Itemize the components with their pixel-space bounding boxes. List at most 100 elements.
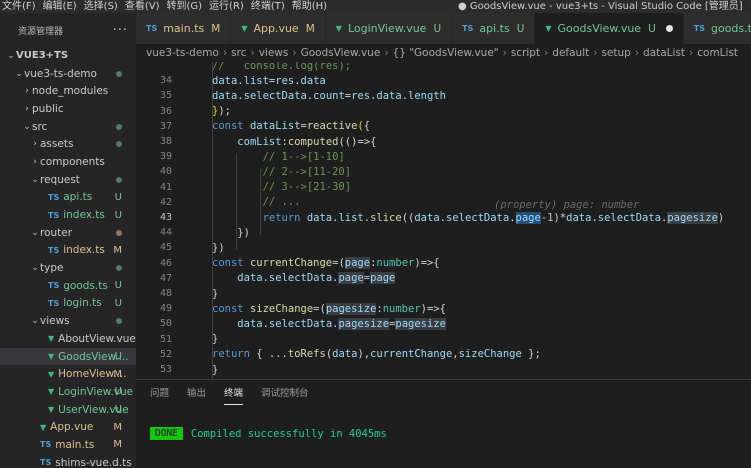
menu-item[interactable]: 文件(F) [0,0,41,13]
breadcrumb-item[interactable]: vue3-ts-demo [146,47,219,59]
breadcrumb-item[interactable]: GoodsView.vue [301,47,381,59]
tree-file[interactable]: TS main.ts M [0,436,136,454]
tree-file[interactable]: TS index.ts U [0,206,136,224]
code-text: // console.log(res); [212,62,352,72]
git-status-badge: U [516,22,525,35]
editor-tab[interactable]: TS api.ts U [452,13,536,44]
tree-item-label: AboutView.vue [58,332,136,345]
more-actions-icon[interactable]: ··· [113,23,128,38]
typescript-file-icon: TS [48,192,60,202]
tree-file[interactable]: TS shims-vue.d.ts [0,454,136,468]
tree-folder[interactable]: ⌄ router [0,224,136,242]
tree-file[interactable]: ▼ HomeView.... M [0,365,136,383]
window-title: ● GoodsView.vue - vue3+ts - Visual Studi… [458,1,743,12]
tree-item-label: index.ts [63,244,105,257]
typescript-file-icon: TS [48,298,60,308]
line-number: 45 [159,242,172,254]
editor-tab[interactable]: ▼ App.vue M [231,13,326,44]
tree-folder[interactable]: › public [0,100,136,118]
code-line: 37 const dataList=reactive({ [136,119,751,134]
line-number: 48 [159,288,172,300]
editor-tab[interactable]: TSgoods.tsU [683,13,751,44]
breadcrumb-item[interactable]: comList [697,47,738,59]
panel-tabs: 问题 输出 终端 调试控制台 [136,380,751,408]
menu-item[interactable]: 帮助(H) [290,0,332,13]
line-number: 51 [159,333,172,345]
git-status-badge: U [114,297,122,309]
menu-item[interactable]: 查看(V) [123,0,165,13]
tree-file[interactable]: ▼ LoginView.vue U [0,383,136,401]
typescript-file-icon: TS [48,281,60,291]
tree-file[interactable]: TS api.ts U [0,189,136,207]
breadcrumb-item[interactable]: dataList [643,47,685,59]
tree-file[interactable]: TS index.ts M [0,242,136,260]
code-editor[interactable]: (property) page: number // console.log(r… [136,62,751,379]
panel-tab[interactable]: 输出 [187,380,206,408]
tree-item-label: goods.ts [63,279,108,292]
file-tree: ⌄ vue3-ts-demo › node_modules › public ⌄ src › as… [0,65,136,468]
tree-file[interactable]: ▼ AboutView.vue [0,330,136,348]
code-text: data.list=res.data [212,74,326,87]
code-line: 38 comList:computed(()=>{ [136,134,751,149]
tree-folder[interactable]: ⌄ type [0,259,136,277]
breadcrumb-item[interactable]: src [231,47,246,59]
git-status-badge: M [211,22,221,35]
typescript-file-icon: TS [462,24,474,33]
tree-file[interactable]: ▼ GoodsView.... U [0,347,136,366]
menu-item[interactable]: 编辑(E) [41,0,82,13]
tree-folder[interactable]: › components [0,153,136,171]
code-text: }); [212,105,231,118]
editor-tab[interactable]: ▼ GoodsView.vue U [535,13,684,44]
typescript-file-icon: TS [40,440,52,450]
tab-label: main.ts [163,22,205,35]
menu-item[interactable]: 选择(S) [82,0,123,13]
code-text: return { ...toRefs(data),currentChange,s… [212,348,541,361]
unsaved-dot-icon[interactable] [665,25,673,32]
line-number: 42 [159,196,172,208]
typescript-file-icon: TS [40,458,52,468]
panel-tab[interactable]: 问题 [150,380,169,408]
tree-file[interactable]: TS login.ts U [0,295,136,313]
explorer-header: 资源管理器 ··· [0,13,136,47]
typescript-file-icon: TS [693,24,705,33]
tree-file[interactable]: TS goods.ts U [0,277,136,295]
breadcrumb-item[interactable]: views [259,47,289,59]
menu-item[interactable]: 运行(R) [207,0,249,13]
panel-tab[interactable]: 终端 [224,380,244,408]
explorer-sidebar: 资源管理器 ··· ⌄ VUE3+TS ⌄ vue3-ts-demo › node_m… [0,13,136,468]
tree-folder[interactable]: ⌄ views [0,312,136,330]
tree-folder[interactable]: ⌄ vue3-ts-demo [0,65,136,83]
tree-item-label: LoginView.vue [58,385,134,398]
line-number: 39 [159,151,172,163]
breadcrumb-item[interactable]: default [552,47,589,59]
code-line: 48} [136,286,751,301]
breadcrumb-item[interactable]: script [511,47,540,59]
menu-item[interactable]: 终端(T) [249,0,290,13]
tree-folder[interactable]: › node_modules [0,82,136,100]
panel-tab[interactable]: 调试控制台 [261,380,309,408]
editor-tab[interactable]: ▼ LoginView.vue U [325,13,453,44]
tree-folder[interactable]: ⌄ request [0,171,136,189]
tree-file[interactable]: ▼ App.vue M [0,418,136,436]
breadcrumb-separator-icon: › [250,47,255,59]
chevron-down-icon: ⌄ [31,227,39,238]
editor-tabs: TS main.ts M ▼ App.vue M ▼ LoginView.vue U TS api.… [136,13,751,44]
tree-folder[interactable]: ⌄ src [0,118,136,136]
explorer-title: 资源管理器 [18,26,64,37]
git-status-badge: U [114,386,122,398]
tree-folder[interactable]: › assets [0,135,136,153]
code-line: 53} [136,362,751,377]
breadcrumb-item[interactable]: {} "GoodsView.vue" [393,47,499,59]
tree-item-label: login.ts [63,297,102,310]
breadcrumb: vue3-ts-demo › src › views › GoodsView.vue ›{} … [136,44,751,62]
menu-item[interactable]: 转到(G) [165,0,208,13]
code-line: 35 data.selectData.count=res.data.length [136,88,751,103]
breadcrumb-separator-icon: › [689,47,694,59]
chevron-down-icon: ⌄ [31,174,39,185]
editor-tab[interactable]: TS main.ts M [136,13,232,44]
workspace-root-label: VUE3+TS [16,50,69,62]
workspace-root[interactable]: ⌄ VUE3+TS [0,47,136,65]
breadcrumb-item[interactable]: setup [601,47,630,59]
tree-file[interactable]: ▼ UserView.vue U [0,401,136,419]
code-line: 41 // 3-->[21-30] [136,180,751,195]
